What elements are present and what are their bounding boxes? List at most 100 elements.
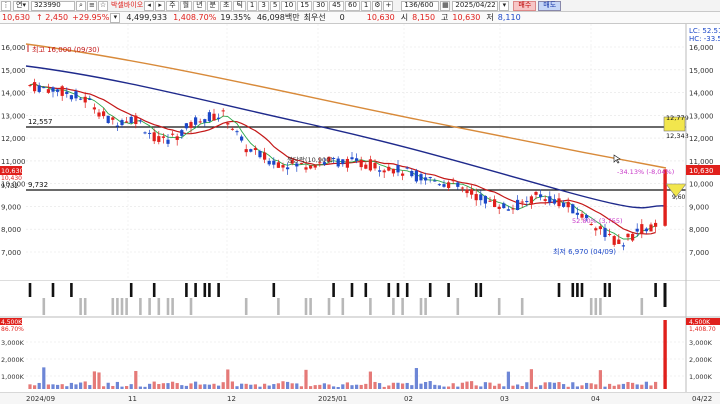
candle-body bbox=[635, 228, 639, 232]
candle-body bbox=[286, 167, 290, 170]
volume-bar bbox=[488, 382, 492, 389]
minute-tab-60[interactable]: 60 bbox=[344, 0, 360, 11]
price-change-pct: +29.95% bbox=[72, 13, 110, 22]
minute-tab-5[interactable]: 5 bbox=[269, 0, 281, 11]
calendar-icon[interactable]: ▦ bbox=[440, 0, 451, 11]
volume-rtick-1000k: 1,000K bbox=[689, 373, 713, 381]
volume-bar bbox=[345, 382, 349, 389]
candle-body bbox=[212, 113, 216, 121]
price-change: ↑ 2,450 bbox=[36, 13, 69, 22]
candle-body bbox=[368, 159, 372, 171]
candle-body bbox=[65, 91, 69, 94]
time-label-04-22: 04/22 bbox=[692, 395, 712, 403]
sell-button[interactable]: 매도 bbox=[538, 0, 562, 11]
minute-tab-30[interactable]: 30 bbox=[313, 0, 329, 11]
candle-body bbox=[184, 123, 188, 129]
signal-bar bbox=[125, 298, 128, 315]
candle-body bbox=[97, 112, 101, 117]
minute-tab-45[interactable]: 45 bbox=[329, 0, 344, 11]
volume-bar bbox=[644, 381, 648, 389]
period-tab-month[interactable]: 월 bbox=[179, 0, 193, 11]
volume-bar bbox=[134, 370, 138, 389]
volume-bar bbox=[516, 384, 520, 389]
signal-bar bbox=[599, 298, 602, 315]
mode-select[interactable]: 연 ▾ bbox=[13, 0, 29, 11]
candle-body bbox=[309, 165, 313, 169]
volume-bar bbox=[217, 385, 221, 389]
candle-body bbox=[548, 196, 552, 203]
volume-bar bbox=[313, 385, 317, 389]
next-arrow-icon[interactable]: ▸ bbox=[155, 0, 166, 11]
period-tab-week[interactable]: 주 bbox=[166, 0, 179, 11]
volume-bar bbox=[502, 386, 506, 389]
price-chart-background bbox=[0, 24, 720, 280]
volume-bar bbox=[548, 382, 552, 389]
date-input[interactable]: 2025/04/22 bbox=[452, 0, 499, 11]
volume-bar bbox=[65, 386, 69, 389]
candle-body bbox=[465, 189, 469, 194]
candle-body bbox=[598, 226, 602, 230]
volume-bar bbox=[364, 383, 368, 389]
signal-bar bbox=[428, 283, 432, 297]
minute-tab-10[interactable]: 10 bbox=[281, 0, 297, 11]
candle-body bbox=[276, 162, 280, 168]
date-dropdown-icon[interactable]: ▾ bbox=[499, 0, 510, 11]
volume-right-pct: 1,408.70 bbox=[689, 326, 716, 333]
candle-body bbox=[414, 170, 418, 182]
candle-body bbox=[281, 165, 285, 168]
volume-bar bbox=[230, 381, 234, 389]
volume-bar bbox=[414, 368, 418, 389]
candle-body bbox=[640, 224, 644, 234]
volume-bar bbox=[148, 383, 152, 389]
volume-bar bbox=[253, 384, 257, 389]
add-icon[interactable]: + bbox=[383, 0, 394, 11]
volume-bar bbox=[580, 385, 584, 389]
minute-tab-3[interactable]: 3 bbox=[258, 0, 269, 11]
volume-bar bbox=[115, 381, 119, 389]
prev-arrow-icon[interactable]: ◂ bbox=[144, 0, 155, 11]
list-icon[interactable]: ≡ bbox=[86, 0, 97, 11]
period-tab-year[interactable]: 년 bbox=[193, 0, 206, 11]
candle-body bbox=[364, 164, 368, 169]
candle-body bbox=[483, 195, 487, 204]
settings-icon[interactable]: ⚙ bbox=[372, 0, 383, 11]
candle-body bbox=[506, 209, 510, 211]
candle-body bbox=[442, 184, 446, 187]
candle-body bbox=[226, 123, 230, 125]
signal-chart[interactable] bbox=[0, 280, 720, 318]
signal-bar bbox=[369, 298, 372, 315]
volume-bar bbox=[442, 386, 446, 389]
search-icon[interactable]: ⌕ bbox=[75, 0, 86, 11]
volume-bar bbox=[525, 382, 529, 389]
chevron-down-icon[interactable]: ▾ bbox=[110, 12, 121, 23]
candle-body bbox=[617, 239, 621, 245]
price-chart[interactable]: 16,000 15,000 14,000 13,000 12,000 11,000 10,0… bbox=[0, 24, 720, 280]
signal-bar bbox=[309, 298, 312, 315]
candle-body bbox=[493, 199, 497, 208]
lc-label: LC: 52.51 bbox=[689, 27, 720, 35]
count-input[interactable]: 136/600 bbox=[401, 0, 440, 11]
stock-code-input[interactable]: 323990 bbox=[30, 0, 75, 11]
period-tab-tick[interactable]: 틱 bbox=[233, 0, 246, 11]
signal-bar bbox=[129, 283, 133, 297]
volume-chart[interactable]: 4,500K 86.70% 4,500K 1,408.70 3,000K 2,0… bbox=[0, 318, 720, 392]
candle-body bbox=[401, 173, 405, 176]
minute-tab-custom[interactable]: 1 bbox=[360, 0, 372, 11]
volume-pct: 1,408.70% bbox=[173, 13, 217, 22]
minute-tab-15[interactable]: 15 bbox=[297, 0, 313, 11]
volume-bar bbox=[649, 385, 653, 389]
signal-bar bbox=[272, 283, 276, 297]
volume-value: 4,499,933 bbox=[126, 13, 168, 22]
minute-tab-1[interactable]: 1 bbox=[246, 0, 258, 11]
candle-body bbox=[129, 116, 133, 124]
signal-bar bbox=[594, 298, 598, 315]
period-tab-minute[interactable]: 분 bbox=[206, 0, 219, 11]
volume-tick-3000k: 3,000K bbox=[1, 339, 25, 347]
buy-button[interactable]: 매수 bbox=[513, 0, 537, 11]
volume-bar bbox=[373, 381, 377, 389]
candle-body bbox=[341, 159, 345, 164]
volume-rtick-3000k: 3,000K bbox=[689, 339, 713, 347]
period-tab-second[interactable]: 초 bbox=[219, 0, 233, 11]
volume-bar bbox=[304, 369, 308, 389]
star-icon[interactable]: ☆ bbox=[97, 0, 108, 11]
